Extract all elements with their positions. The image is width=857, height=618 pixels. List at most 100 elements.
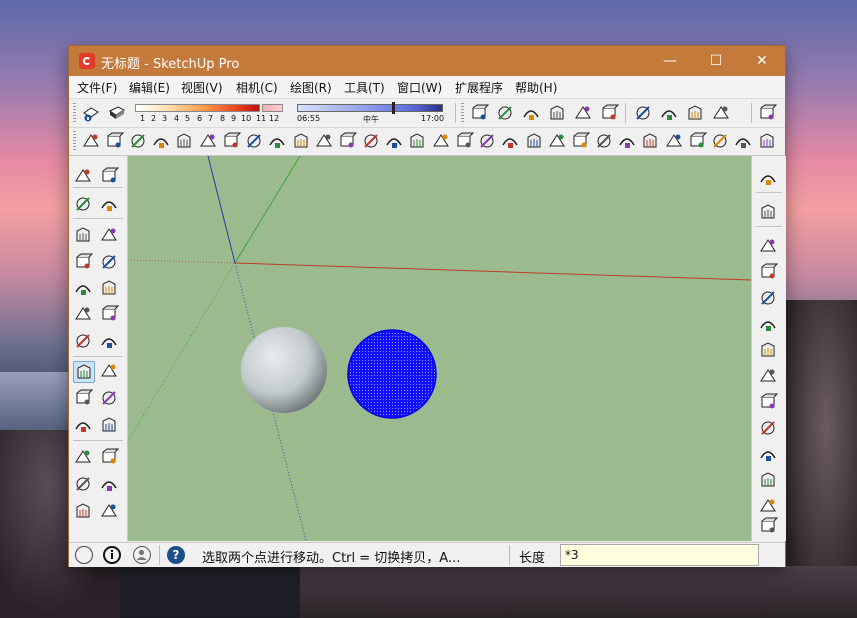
menu-view[interactable]: 视图(V) — [181, 79, 223, 96]
paint-icon[interactable] — [521, 103, 541, 123]
rotated-rect-icon[interactable] — [99, 252, 121, 274]
right-view-icon[interactable] — [570, 131, 591, 151]
push-pull-icon[interactable] — [99, 361, 121, 383]
arc-2pt-icon[interactable] — [99, 304, 121, 326]
sandbox-from-contours-icon[interactable] — [758, 168, 780, 190]
section-icon[interactable] — [599, 103, 620, 123]
solid-outer-shell-icon[interactable] — [758, 366, 780, 388]
offset-icon[interactable] — [99, 415, 121, 437]
eraser-icon[interactable] — [547, 103, 567, 123]
sandbox-icon[interactable] — [640, 131, 660, 151]
protractor-icon[interactable] — [73, 474, 95, 496]
top-view-icon[interactable] — [524, 131, 544, 151]
user-icon[interactable] — [133, 546, 151, 564]
gray-sphere[interactable] — [241, 327, 327, 413]
geo-location-icon[interactable] — [75, 546, 93, 564]
shaded-icon[interactable] — [407, 131, 427, 151]
freehand-icon[interactable] — [174, 131, 194, 151]
drape-icon[interactable] — [710, 131, 730, 151]
walk-icon[interactable] — [685, 103, 705, 123]
iso-view-icon[interactable] — [500, 131, 520, 151]
pie-icon[interactable] — [99, 331, 121, 353]
dimension-icon[interactable] — [99, 447, 121, 469]
toolbar-grip[interactable] — [461, 103, 464, 123]
circle-icon[interactable] — [128, 131, 148, 151]
flip-edge-icon[interactable] — [758, 340, 780, 362]
menu-extensions[interactable]: 扩展程序 — [455, 79, 503, 96]
menu-window[interactable]: 窗口(W) — [397, 79, 442, 96]
toolbar-grip[interactable] — [73, 131, 76, 151]
warehouse-icon[interactable] — [757, 103, 778, 123]
push-pull-icon[interactable] — [198, 131, 218, 151]
scale-icon[interactable] — [73, 415, 95, 437]
solid-split-icon[interactable] — [758, 496, 780, 518]
3d-text-icon[interactable] — [99, 501, 121, 523]
sketchup-app-icon[interactable] — [79, 53, 95, 69]
rotate-icon[interactable] — [73, 388, 95, 410]
textured-icon[interactable] — [431, 131, 451, 151]
solid-subtract-icon[interactable] — [758, 444, 780, 466]
maximize-button[interactable]: ☐ — [693, 46, 739, 76]
shadow-time-gradient[interactable] — [297, 104, 443, 112]
close-button[interactable]: ✕ — [739, 46, 785, 76]
intersect-icon[interactable] — [337, 131, 358, 151]
move-icon[interactable] — [221, 131, 242, 151]
select-icon[interactable] — [469, 103, 490, 123]
xray-icon[interactable] — [454, 131, 475, 151]
smoove-icon[interactable] — [758, 236, 780, 258]
toolbar-grip[interactable] — [73, 103, 76, 123]
time-slider-thumb[interactable] — [392, 102, 395, 114]
menu-file[interactable]: 文件(F) — [77, 79, 117, 96]
rectangle-icon[interactable] — [73, 252, 95, 274]
arc-icon[interactable] — [151, 131, 171, 151]
credits-icon[interactable] — [103, 546, 121, 564]
back-view-icon[interactable] — [594, 131, 614, 151]
add-detail-icon[interactable] — [758, 314, 780, 336]
axes-icon[interactable] — [633, 103, 653, 123]
position-camera-icon[interactable] — [711, 103, 731, 123]
stamp-icon[interactable] — [758, 262, 780, 284]
select-arrow-icon[interactable] — [73, 166, 95, 188]
component-icon[interactable] — [495, 103, 515, 123]
add-detail-icon[interactable] — [733, 131, 753, 151]
stamp-icon[interactable] — [687, 131, 708, 151]
menu-tools[interactable]: 工具(T) — [344, 79, 385, 96]
shadow-time-slider[interactable]: 06:55 中午 17:00 — [297, 102, 445, 124]
modeling-viewport[interactable] — [128, 156, 751, 541]
shadow-toggle-icon[interactable] — [81, 103, 101, 123]
minimize-button[interactable]: — — [647, 46, 693, 76]
solid-trim-icon[interactable] — [758, 470, 780, 492]
solid-union-icon[interactable] — [758, 418, 780, 440]
rotate-icon[interactable] — [244, 131, 264, 151]
rectangle-icon[interactable] — [104, 131, 125, 151]
freehand-icon[interactable] — [99, 225, 121, 247]
warehouse-icon[interactable] — [758, 516, 780, 538]
pencil-icon[interactable] — [73, 225, 95, 247]
measurements-input[interactable]: *3 — [560, 544, 759, 566]
arc-icon[interactable] — [73, 304, 95, 326]
move-icon[interactable] — [73, 361, 95, 383]
arc-3pt-icon[interactable] — [73, 331, 95, 353]
shadow-month-slider[interactable]: 1 2 3 4 5 6 7 8 9 10 11 12 — [135, 103, 283, 123]
outliner-icon[interactable] — [361, 131, 381, 151]
scale-icon[interactable] — [267, 131, 287, 151]
follow-me-icon[interactable] — [314, 131, 334, 151]
tape-measure-icon[interactable] — [73, 447, 95, 469]
follow-me-icon[interactable] — [99, 388, 121, 410]
offset-icon[interactable] — [291, 131, 311, 151]
front-view-icon[interactable] — [547, 131, 567, 151]
menu-draw[interactable]: 绘图(R) — [290, 79, 332, 96]
selected-blue-sphere[interactable] — [347, 329, 437, 419]
back-edges-icon[interactable] — [477, 131, 497, 151]
axes-icon[interactable] — [73, 501, 95, 523]
smoove-icon[interactable] — [664, 131, 684, 151]
text-icon[interactable] — [99, 474, 121, 496]
look-icon[interactable] — [659, 103, 679, 123]
shadow-month-gradient-end[interactable] — [262, 104, 283, 112]
eraser-icon[interactable] — [99, 194, 121, 216]
drape-icon[interactable] — [758, 288, 780, 310]
menu-edit[interactable]: 编辑(E) — [129, 79, 170, 96]
left-view-icon[interactable] — [617, 131, 637, 151]
fog-icon[interactable] — [107, 103, 127, 123]
flip-edge-icon[interactable] — [757, 131, 777, 151]
